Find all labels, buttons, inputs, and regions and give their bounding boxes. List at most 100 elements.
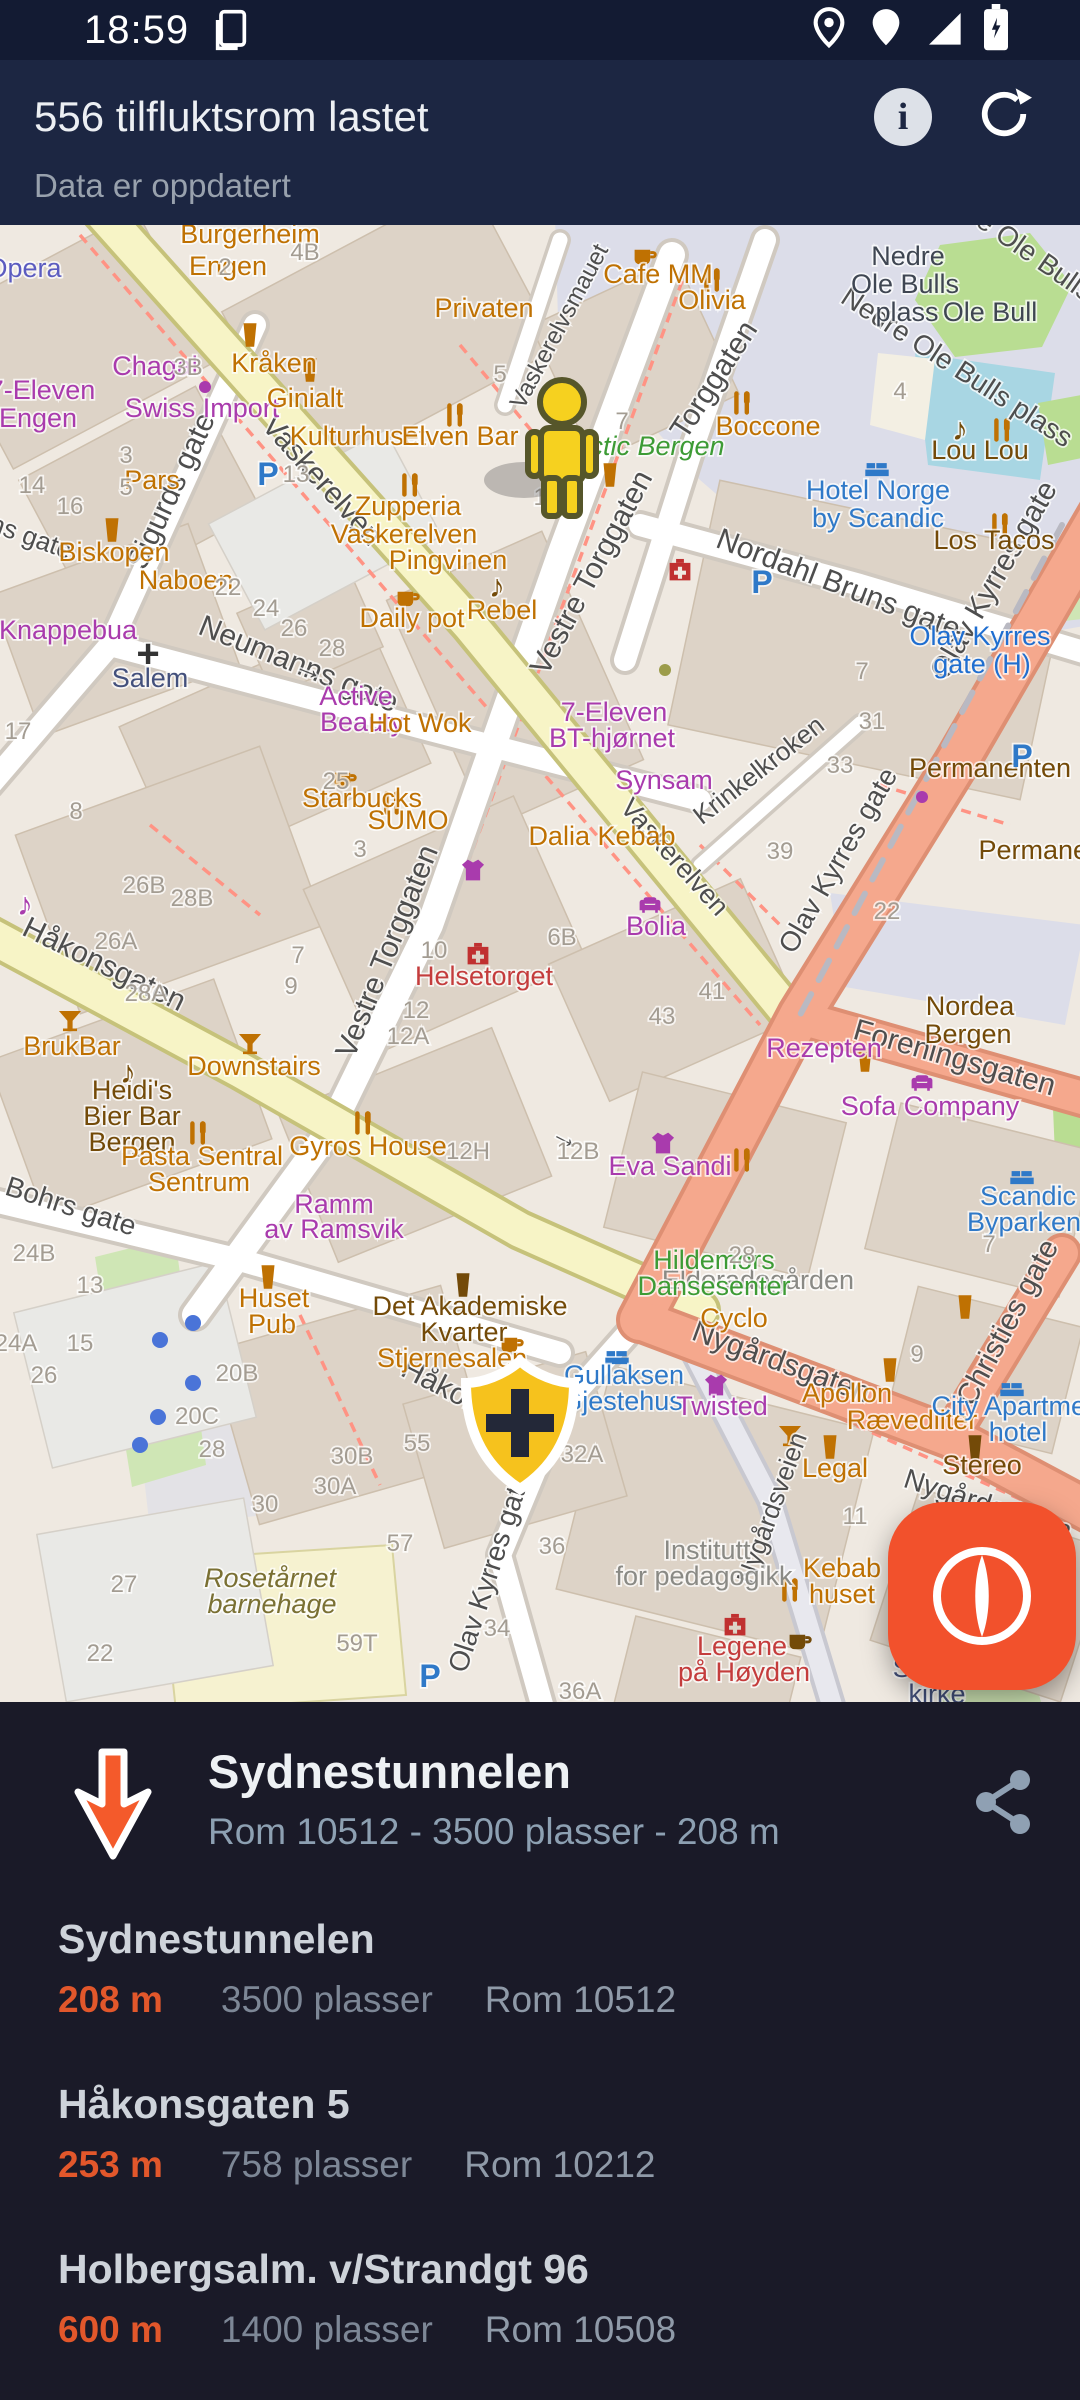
compass-fab[interactable]: [888, 1502, 1076, 1690]
shelter-list-item[interactable]: Holbergsalm. v/Strandgt 96 600 m 1400 pl…: [58, 2246, 1034, 2351]
P-icon: P: [419, 1658, 440, 1694]
share-icon[interactable]: [972, 1768, 1034, 1841]
poi-label: av Ramsvik: [264, 1214, 404, 1244]
P-icon: P: [1011, 738, 1032, 774]
house-number: 4B: [290, 239, 319, 266]
shelter-list-item[interactable]: Håkonsgaten 5 253 m 758 plasser Rom 1021…: [58, 2081, 1034, 2186]
house-number: 12A: [387, 1023, 430, 1050]
house-number: 32A: [561, 1441, 604, 1468]
info-icon[interactable]: i: [874, 88, 932, 146]
poi-label: Kråken: [231, 348, 317, 378]
poi-label: Twisted: [676, 1391, 768, 1421]
poi-label: Dansesenter: [637, 1271, 790, 1301]
cross-icon: +: [136, 632, 159, 676]
poi-label: Permanente: [978, 835, 1080, 865]
house-number: 24B: [13, 1240, 56, 1267]
house-number: 6B: [547, 924, 576, 951]
house-number: 26B: [123, 872, 166, 899]
dot-icon: [916, 791, 928, 803]
shelter-name: Sydnestunnelen: [58, 1916, 1034, 1963]
P-icon: P: [751, 564, 772, 600]
house-number: 41: [699, 978, 726, 1005]
compass-icon: [927, 1541, 1037, 1651]
shelter-room: Rom 10212: [464, 2144, 655, 2186]
poi-label: Nedre: [871, 241, 945, 271]
fountain-icon: [150, 1409, 166, 1425]
poi-label: Hotel Norge: [806, 475, 950, 505]
poi-label: Apollon: [802, 1378, 892, 1408]
house-number: 3: [119, 442, 132, 469]
page-title: 556 tilfluktsrom lastet: [34, 93, 429, 141]
poi-label: Rezepten: [766, 1033, 882, 1063]
poi-label: SUMO: [368, 805, 449, 835]
house-number: 7: [982, 1231, 995, 1258]
house-number: 24A: [0, 1330, 37, 1357]
poi-label: Olivia: [678, 285, 746, 315]
house-number: 5: [493, 361, 506, 388]
house-number: 36A: [559, 1678, 602, 1702]
status-time: 18:59: [84, 8, 189, 53]
selected-shelter-details: Rom 10512 - 3500 plasser - 208 m: [208, 1811, 972, 1853]
house-number: 20B: [216, 1360, 259, 1387]
house-number: 59T: [336, 1630, 378, 1657]
poi-label: Gyros House: [289, 1131, 447, 1161]
house-number: 7: [855, 658, 868, 685]
selected-shelter-header[interactable]: Sydnestunnelen Rom 10512 - 3500 plasser …: [0, 1702, 1080, 1862]
house-number: 11: [843, 1503, 868, 1530]
shelter-list-item[interactable]: Sydnestunnelen 208 m 3500 plasser Rom 10…: [58, 1916, 1034, 2021]
poi-label: Pub: [248, 1309, 296, 1339]
house-number: 43: [649, 1003, 676, 1030]
house-number: 36: [539, 1533, 566, 1560]
poi-label: huset: [809, 1579, 876, 1609]
dot-icon: [199, 381, 211, 393]
poi-label: Los Tacos: [933, 525, 1054, 555]
poi-label: Downstairs: [187, 1051, 321, 1081]
poi-label: Synsam: [615, 765, 713, 795]
selected-shelter-name: Sydnestunnelen: [208, 1744, 972, 1799]
shelter-distance: 208 m: [58, 1979, 163, 2021]
poi-label: Swiss Import: [125, 393, 280, 423]
house-number: 5: [119, 474, 132, 501]
house-number: 9: [284, 973, 297, 1000]
house-number: 28: [319, 635, 346, 662]
shelter-capacity: 1400 plasser: [221, 2309, 433, 2351]
status-text: Data er oppdatert: [34, 167, 1032, 205]
poi-label: Helsetorget: [415, 961, 554, 991]
shelter-distance: 253 m: [58, 2144, 163, 2186]
house-number: 4: [893, 378, 906, 405]
map-canvas[interactable]: VaskerelvenVaskerelvenSigurds gateNeuman…: [0, 225, 1080, 1702]
house-number: 10: [421, 937, 448, 964]
poi-label: Cyclo: [700, 1303, 768, 1333]
house-number: 17: [5, 718, 32, 745]
poi-label: Olav Kyrres: [909, 621, 1050, 651]
poi-label: Sofa Company: [841, 1091, 1020, 1121]
poi-label: Boccone: [715, 411, 820, 441]
fountain-icon: [132, 1437, 148, 1453]
house-number: 22: [215, 574, 242, 601]
poi-label: by Scandic: [812, 503, 944, 533]
poi-label: Sentrum: [148, 1167, 250, 1197]
house-number: 7: [291, 942, 304, 969]
house-number: 7: [615, 408, 628, 435]
poi-label: for pedagogikk: [615, 1561, 793, 1591]
poi-label: gate (H): [933, 649, 1031, 679]
dot-icon: [659, 664, 671, 676]
poi-label: Bergen: [924, 1019, 1011, 1049]
poi-label: Ginialt: [267, 383, 344, 413]
house-number: 39: [767, 838, 794, 865]
house-number: 30A: [314, 1473, 357, 1500]
poi-label: Eva Sandi: [608, 1151, 731, 1181]
poi-label: Bolia: [626, 911, 687, 941]
house-number: 16: [57, 493, 84, 520]
house-number: 31: [859, 708, 886, 735]
phone-screen: 18:59 556 tilfluktsrom lastet i: [0, 0, 1080, 2400]
poi-label: barnehage: [207, 1589, 336, 1619]
poi-label: Nordea: [926, 991, 1016, 1021]
refresh-icon[interactable]: [976, 86, 1032, 147]
battery-icon: [982, 4, 1010, 57]
poi-label: Hot Wok: [368, 708, 472, 738]
house-number: 28B: [171, 885, 214, 912]
house-number: 3: [353, 836, 366, 863]
P-icon: P: [257, 456, 278, 492]
map-container: VaskerelvenVaskerelvenSigurds gateNeuman…: [0, 225, 1080, 1702]
